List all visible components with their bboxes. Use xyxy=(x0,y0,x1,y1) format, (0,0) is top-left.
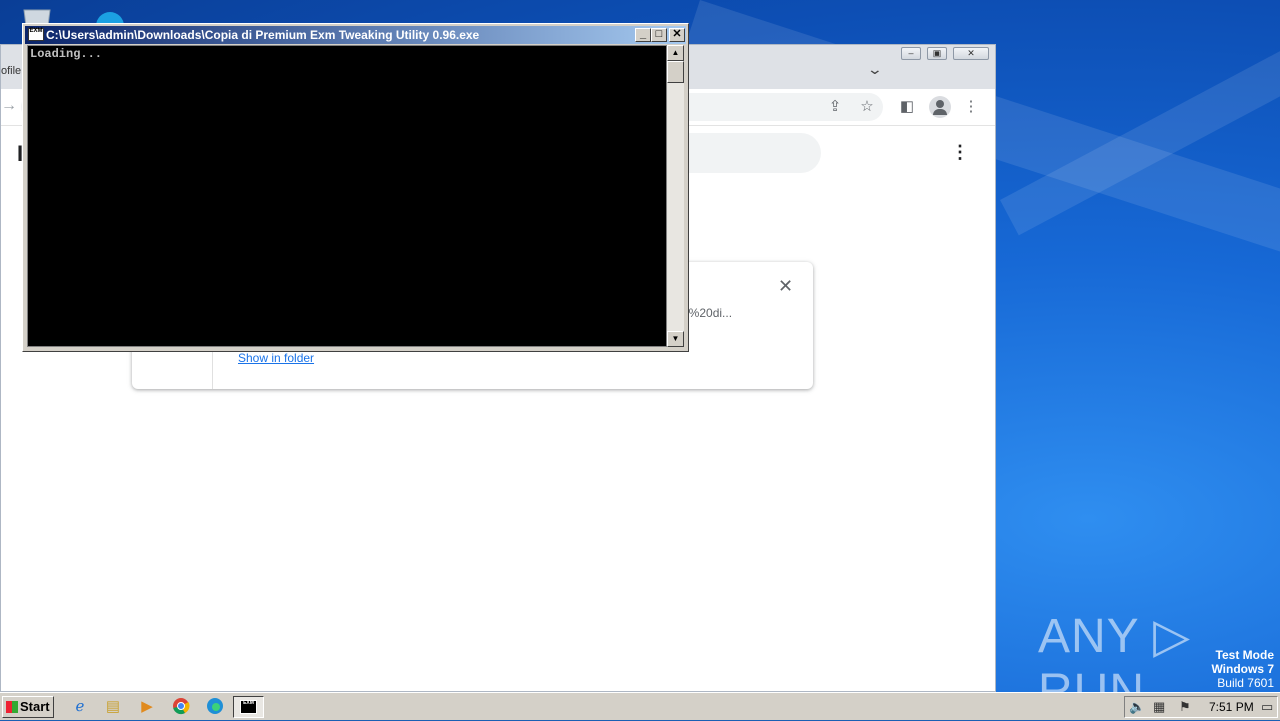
start-label: Start xyxy=(20,699,50,714)
restore-button[interactable]: ▣ xyxy=(927,47,947,60)
scroll-thumb[interactable] xyxy=(667,61,684,83)
desktop: ofile ⌄ – ▣ ✕ → ⇪ ☆ ◧ ⋮ I ⋮ ✕ a%20di... … xyxy=(0,0,1280,692)
exm-console-taskbar-button[interactable]: EXM xyxy=(233,696,264,718)
console-scrollbar[interactable]: ▲ ▼ xyxy=(667,45,684,347)
menu-kebab-icon[interactable]: ⋮ xyxy=(961,97,981,117)
exm-console-icon: EXM xyxy=(240,700,257,714)
side-panel-icon[interactable]: ◧ xyxy=(897,97,917,117)
exm-app-icon: EXM xyxy=(28,28,44,41)
downloads-menu-icon[interactable]: ⋮ xyxy=(951,143,969,161)
system-tray: 🔈 ▦ ⚑ 7:51 PM ▭ xyxy=(1124,696,1278,718)
chrome-icon[interactable] xyxy=(171,697,191,717)
show-desktop-icon[interactable]: ▭ xyxy=(1261,699,1273,715)
volume-icon[interactable]: 🔈 xyxy=(1129,699,1145,715)
taskbar: Start ℯ ▤ ▶ EXM 🔈 ▦ ⚑ 7:51 PM ▭ xyxy=(0,692,1280,720)
console-output-text: Loading... xyxy=(30,47,103,61)
bookmark-star-icon[interactable]: ☆ xyxy=(857,97,877,117)
console-close-button[interactable]: ✕ xyxy=(669,28,685,42)
share-icon[interactable]: ⇪ xyxy=(825,97,845,117)
network-icon[interactable]: ▦ xyxy=(1153,699,1165,715)
clock[interactable]: 7:51 PM xyxy=(1209,700,1254,714)
console-maximize-button[interactable]: □ xyxy=(651,28,667,42)
start-button[interactable]: Start xyxy=(2,696,54,718)
tab-search-chevron-icon[interactable]: ⌄ xyxy=(867,61,883,78)
console-title-bar[interactable]: EXM C:\Users\admin\Downloads\Copia di Pr… xyxy=(25,26,686,44)
ie-icon[interactable]: ℯ xyxy=(70,697,90,717)
test-mode-line: Test Mode xyxy=(1215,648,1274,662)
console-title: C:\Users\admin\Downloads\Copia di Premiu… xyxy=(46,28,480,42)
profile-avatar[interactable] xyxy=(929,96,951,118)
explorer-icon[interactable]: ▤ xyxy=(103,697,123,717)
scroll-down-arrow-icon[interactable]: ▼ xyxy=(667,331,684,347)
tab-title[interactable]: ofile xyxy=(1,65,21,77)
windows-logo-icon xyxy=(6,701,18,713)
remove-download-close-icon[interactable]: ✕ xyxy=(778,276,793,297)
console-minimize-button[interactable]: _ xyxy=(635,28,651,42)
action-center-flag-icon[interactable]: ⚑ xyxy=(1179,699,1191,715)
minimize-button[interactable]: – xyxy=(901,47,921,60)
scroll-up-arrow-icon[interactable]: ▲ xyxy=(667,45,684,61)
build-line: Build 7601 xyxy=(1217,676,1274,690)
edge-icon[interactable] xyxy=(205,697,225,717)
download-url: a%20di... xyxy=(682,306,733,320)
console-window: EXM C:\Users\admin\Downloads\Copia di Pr… xyxy=(22,23,689,352)
forward-arrow-icon[interactable]: → xyxy=(1,97,17,115)
test-mode-notice: Test Mode Windows 7 Build 7601 xyxy=(1211,648,1274,690)
close-button[interactable]: ✕ xyxy=(953,47,989,60)
console-output-area[interactable]: Loading... xyxy=(27,45,667,347)
windows-version-line: Windows 7 xyxy=(1211,662,1274,676)
show-in-folder-link[interactable]: Show in folder xyxy=(238,351,314,365)
media-player-icon[interactable]: ▶ xyxy=(137,697,157,717)
